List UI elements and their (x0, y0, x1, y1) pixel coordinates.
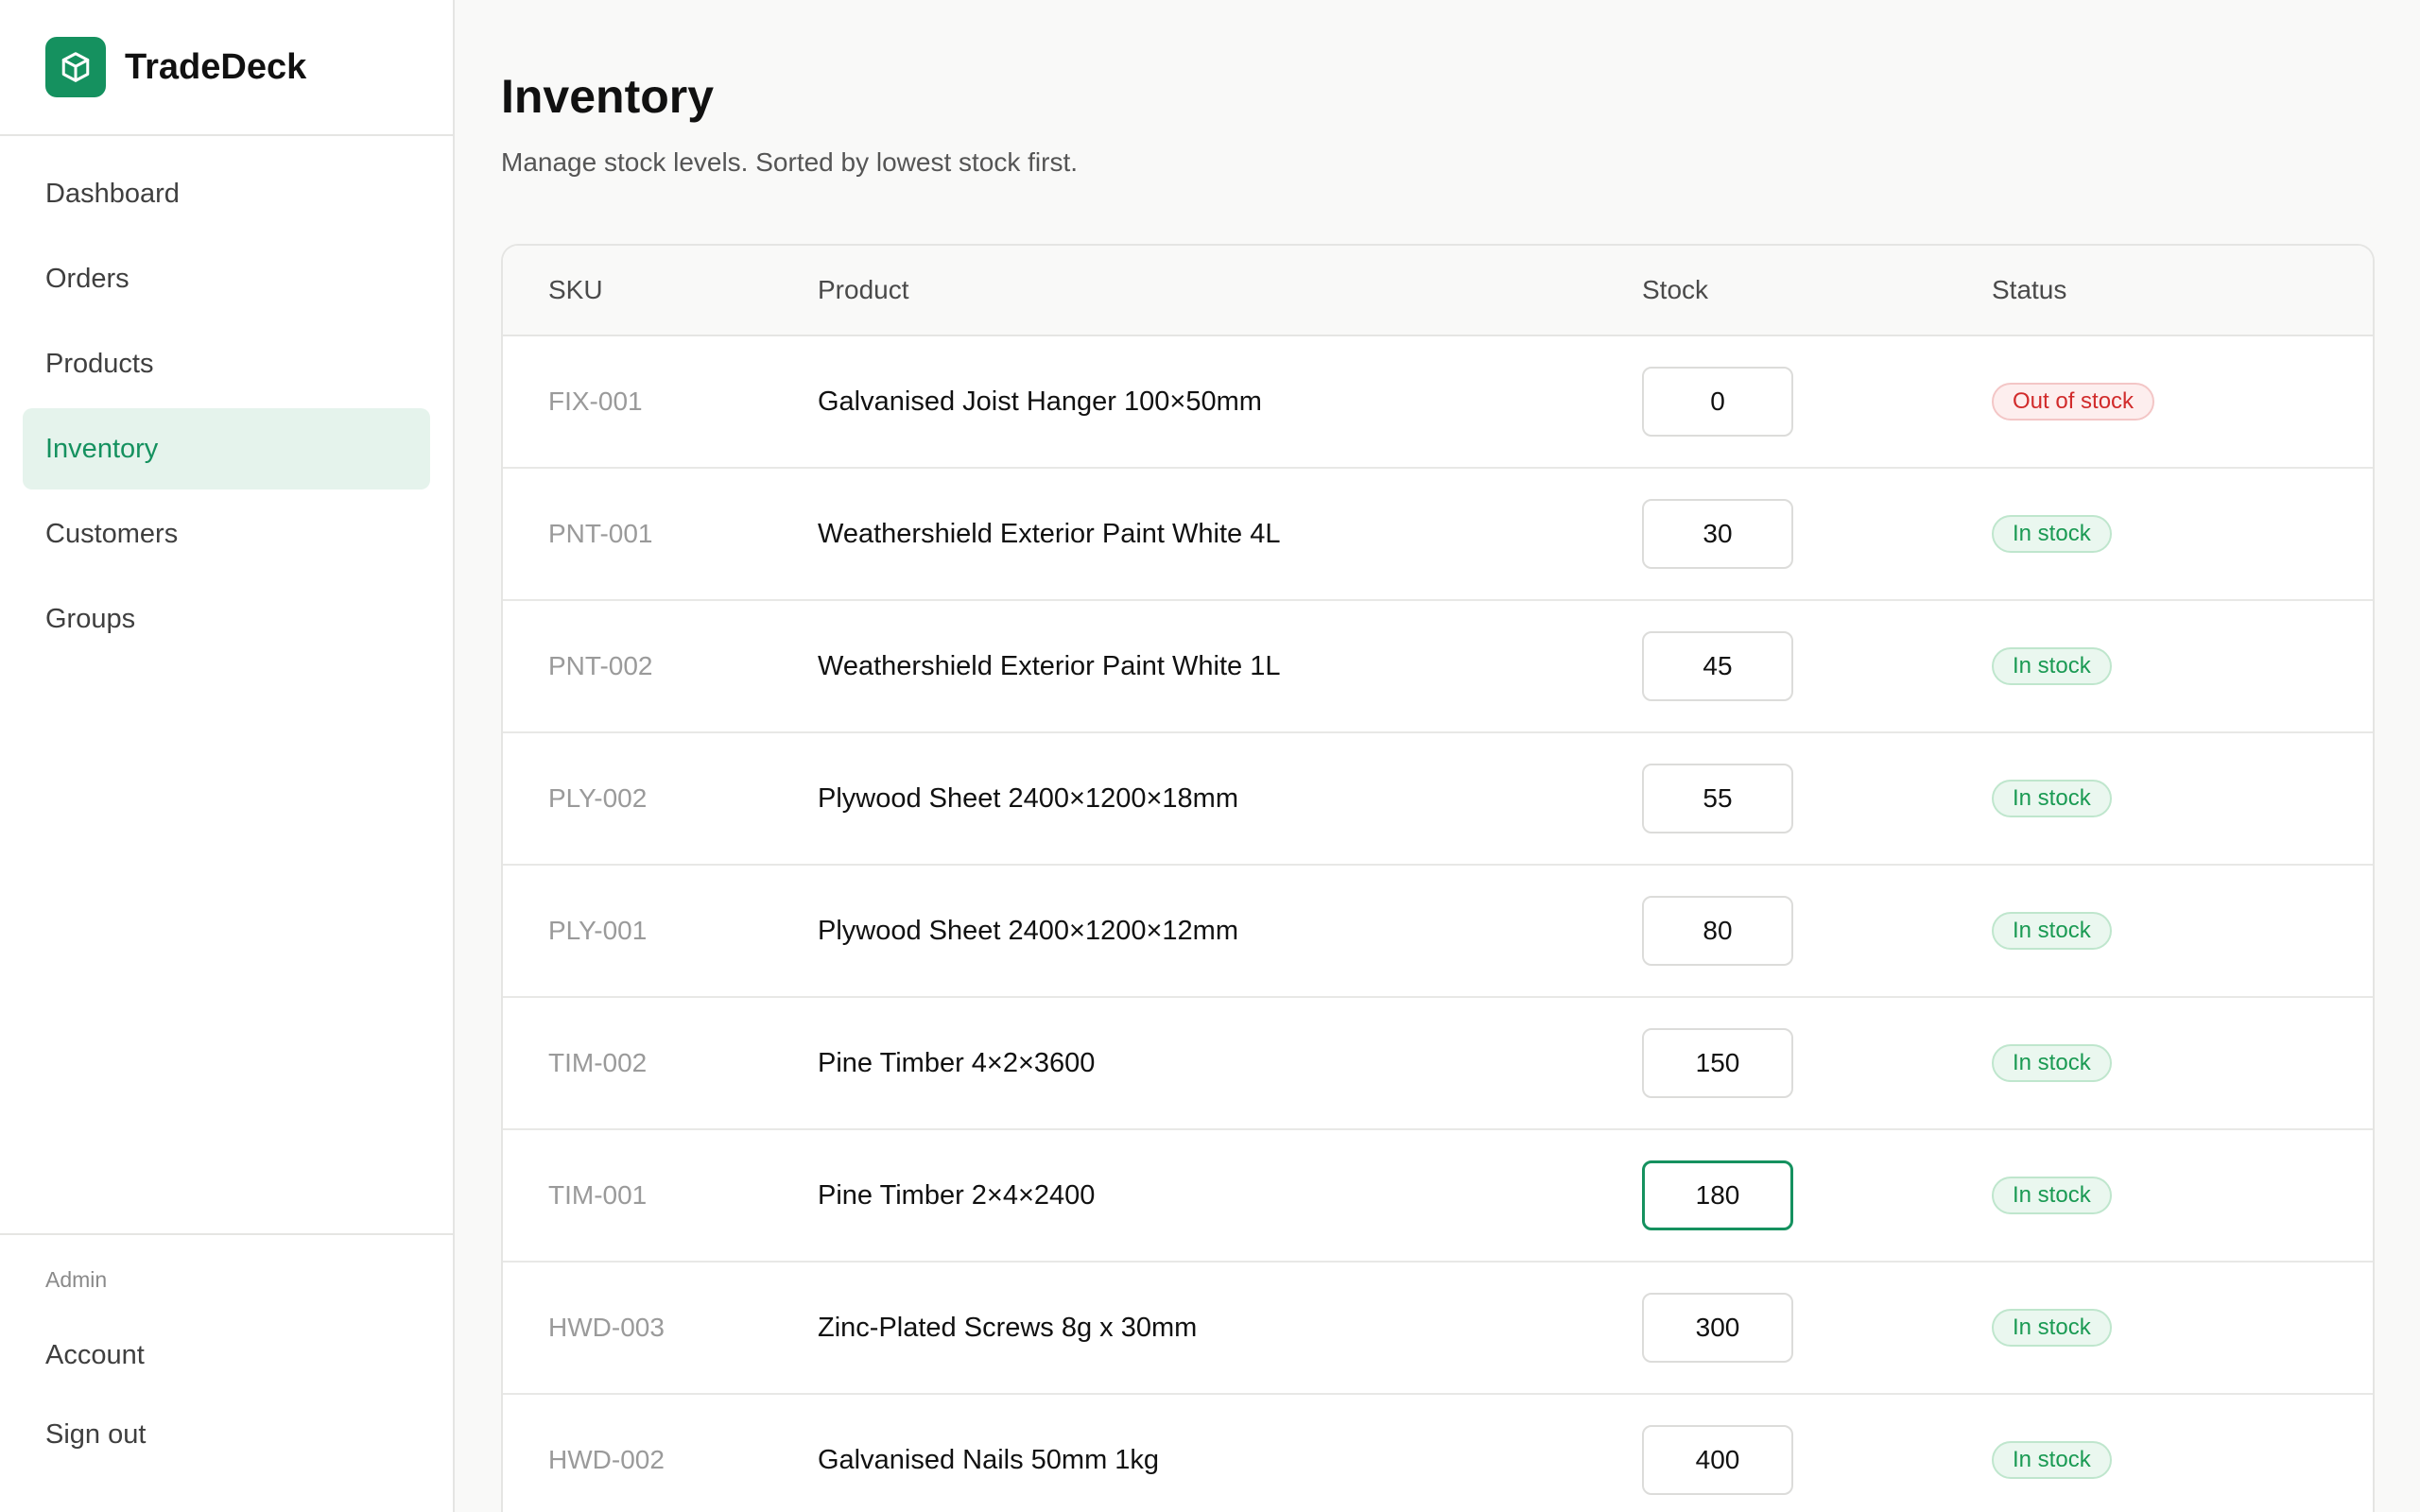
table-row: PNT-001 Weathershield Exterior Paint Whit… (503, 469, 2373, 601)
app-shell: TradeDeck Dashboard Orders Products Inve… (0, 0, 2420, 1512)
product-name-cell: Galvanised Joist Hanger 100×50mm (818, 386, 1262, 417)
sidebar-item-products[interactable]: Products (23, 323, 430, 404)
product-name-cell: Weathershield Exterior Paint White 1L (818, 650, 1281, 681)
status-badge: In stock (1992, 647, 2112, 685)
brand[interactable]: TradeDeck (0, 0, 453, 136)
stock-input[interactable] (1642, 764, 1793, 833)
table-row: PNT-002 Weathershield Exterior Paint Whit… (503, 601, 2373, 733)
stock-input[interactable] (1642, 1425, 1793, 1495)
table-row: TIM-002 Pine Timber 4×2×3600 In stock (503, 998, 2373, 1130)
page-subtitle: Manage stock levels. Sorted by lowest st… (501, 147, 1079, 177)
table-row: PLY-002 Plywood Sheet 2400×1200×18mm In st… (503, 733, 2373, 866)
cube-icon (45, 37, 106, 97)
table-row: HWD-003 Zinc-Plated Screws 8g x 30mm In st… (503, 1263, 2373, 1395)
status-badge: In stock (1992, 1441, 2112, 1479)
stock-input[interactable] (1642, 1160, 1793, 1230)
sidebar-item-dashboard[interactable]: Dashboard (23, 153, 430, 234)
main-content: Inventory Manage stock levels. Sorted by… (455, 0, 2420, 1512)
status-badge: Out of stock (1992, 383, 2155, 421)
stock-input[interactable] (1642, 1028, 1793, 1098)
status-badge: In stock (1992, 1177, 2112, 1214)
column-header-status: Status (1992, 275, 2067, 304)
product-name-cell: Plywood Sheet 2400×1200×18mm (818, 782, 1238, 814)
inventory-table: SKU Product Stock Status FIX-001 Galvanis… (501, 244, 2375, 1512)
sku-cell: PLY-001 (548, 916, 648, 945)
stock-input[interactable] (1642, 631, 1793, 701)
status-badge: In stock (1992, 515, 2112, 553)
table-body: FIX-001 Galvanised Joist Hanger 100×50mm O… (503, 336, 2373, 1512)
sku-cell: PNT-001 (548, 519, 653, 548)
sidebar: TradeDeck Dashboard Orders Products Inve… (0, 0, 455, 1512)
sidebar-nav: Dashboard Orders Products Inventory Cust… (0, 136, 453, 1233)
status-badge: In stock (1992, 1309, 2112, 1347)
sku-cell: TIM-002 (548, 1048, 648, 1077)
admin-section-label: Admin (45, 1267, 108, 1292)
product-name-cell: Weathershield Exterior Paint White 4L (818, 518, 1281, 549)
column-header-sku: SKU (548, 275, 603, 304)
sidebar-item-customers[interactable]: Customers (23, 493, 430, 575)
product-name-cell: Plywood Sheet 2400×1200×12mm (818, 915, 1238, 946)
stock-input[interactable] (1642, 1293, 1793, 1363)
table-row: FIX-001 Galvanised Joist Hanger 100×50mm O… (503, 336, 2373, 469)
column-header-stock: Stock (1642, 275, 1709, 304)
sku-cell: HWD-003 (548, 1313, 665, 1342)
stock-input[interactable] (1642, 896, 1793, 966)
table-row: HWD-002 Galvanised Nails 50mm 1kg In stock (503, 1395, 2373, 1512)
sidebar-footer: Admin Account Sign out (0, 1233, 453, 1512)
sku-cell: FIX-001 (548, 387, 643, 416)
brand-name: TradeDeck (125, 46, 307, 87)
table-row: TIM-001 Pine Timber 2×4×2400 In stock (503, 1130, 2373, 1263)
table-row: PLY-001 Plywood Sheet 2400×1200×12mm In st… (503, 866, 2373, 998)
column-header-product: Product (818, 275, 909, 304)
product-name-cell: Galvanised Nails 50mm 1kg (818, 1444, 1160, 1475)
sidebar-item-orders[interactable]: Orders (23, 238, 430, 319)
page-title: Inventory (501, 70, 715, 123)
sku-cell: HWD-002 (548, 1445, 665, 1474)
account-link[interactable]: Account (23, 1315, 430, 1395)
status-badge: In stock (1992, 780, 2112, 817)
sku-cell: PNT-002 (548, 651, 653, 680)
sidebar-item-groups[interactable]: Groups (23, 578, 430, 660)
status-badge: In stock (1992, 1044, 2112, 1082)
stock-input[interactable] (1642, 367, 1793, 437)
sku-cell: PLY-002 (548, 783, 648, 813)
product-name-cell: Pine Timber 2×4×2400 (818, 1179, 1096, 1211)
status-badge: In stock (1992, 912, 2112, 950)
sku-cell: TIM-001 (548, 1180, 648, 1210)
table-header: SKU Product Stock Status (503, 246, 2373, 336)
sidebar-item-inventory[interactable]: Inventory (23, 408, 430, 490)
product-name-cell: Pine Timber 4×2×3600 (818, 1047, 1096, 1078)
sign-out-link[interactable]: Sign out (23, 1395, 430, 1474)
stock-input[interactable] (1642, 499, 1793, 569)
product-name-cell: Zinc-Plated Screws 8g x 30mm (818, 1312, 1198, 1343)
